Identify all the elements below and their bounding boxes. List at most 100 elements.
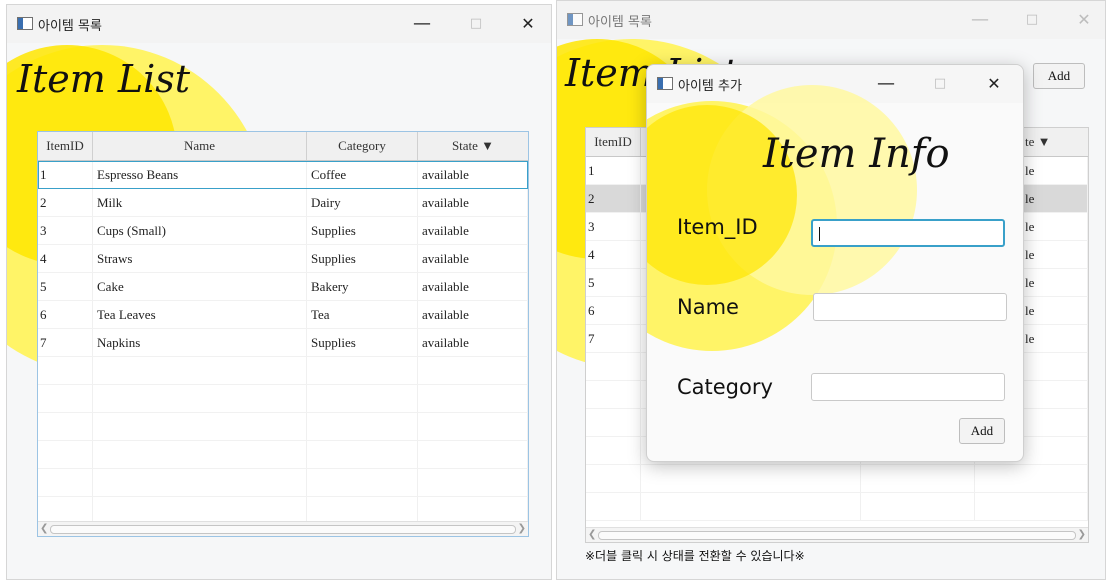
name-input[interactable] <box>813 293 1007 321</box>
cell-itemid: 3 <box>586 213 641 240</box>
item-id-input[interactable] <box>811 219 1005 247</box>
table-row[interactable]: 4 Straws Supplies available <box>38 245 528 273</box>
category-label: Category <box>677 375 773 399</box>
close-button[interactable]: ✕ <box>971 67 1017 99</box>
scroll-left-icon[interactable]: ❮ <box>588 528 596 542</box>
cell-category <box>307 497 418 524</box>
table-row[interactable] <box>38 441 528 469</box>
cell-state: available <box>418 189 528 216</box>
minimize-button[interactable]: — <box>863 67 909 99</box>
maximize-button[interactable]: □ <box>1009 3 1055 35</box>
scrollbar-thumb[interactable] <box>50 525 516 534</box>
cell-category <box>307 441 418 468</box>
back-window-titlebar: 아이템 목록 — □ ✕ <box>557 1 1105 39</box>
column-header-state[interactable]: State ▼ <box>418 132 528 160</box>
cell-itemid: 7 <box>586 325 641 352</box>
cell-itemid: 7 <box>38 329 93 356</box>
minimize-button[interactable]: — <box>399 7 445 39</box>
window-title: 아이템 목록 <box>38 19 102 34</box>
cell-itemid: 6 <box>586 297 641 324</box>
cell-itemid: 3 <box>38 217 93 244</box>
cell-name: Tea Leaves <box>93 301 307 328</box>
cell-state <box>418 469 528 496</box>
table-row[interactable] <box>38 357 528 385</box>
dialog-heading: Item Info <box>763 131 950 177</box>
cell-state: available <box>418 329 528 356</box>
minimize-button[interactable]: — <box>957 3 1003 35</box>
window-title: 아이템 목록 <box>588 15 652 30</box>
close-button[interactable]: ✕ <box>505 7 551 39</box>
table-row[interactable] <box>586 465 1088 493</box>
cell-itemid: 1 <box>586 157 641 184</box>
horizontal-scrollbar[interactable]: ❮ ❯ <box>586 527 1088 542</box>
scroll-right-icon[interactable]: ❯ <box>1078 528 1086 542</box>
table-row[interactable]: 7 Napkins Supplies available <box>38 329 528 357</box>
cell-name <box>93 441 307 468</box>
cell-name: Espresso Beans <box>93 161 307 188</box>
table-row[interactable]: 2 Milk Dairy available <box>38 189 528 217</box>
cell-name: Cake <box>93 273 307 300</box>
page-heading: Item List <box>17 57 191 101</box>
cell-name: Milk <box>93 189 307 216</box>
cell-itemid: 4 <box>586 241 641 268</box>
cell-state: available <box>418 245 528 272</box>
table-row[interactable] <box>586 493 1088 521</box>
cell-category: Coffee <box>307 161 418 188</box>
column-header-itemid[interactable]: ItemID <box>38 132 93 160</box>
cell-itemid <box>38 497 93 524</box>
cell-itemid: 2 <box>586 185 641 212</box>
app-icon <box>657 77 673 90</box>
scroll-right-icon[interactable]: ❯ <box>518 522 526 536</box>
category-input[interactable] <box>811 373 1005 401</box>
cell-state <box>418 441 528 468</box>
cell-category: Supplies <box>307 245 418 272</box>
cell-itemid: 1 <box>38 161 93 188</box>
cell-name <box>93 357 307 384</box>
add-button[interactable]: Add <box>1033 63 1085 89</box>
cell-category: Bakery <box>307 273 418 300</box>
item-table[interactable]: ItemID Name Category State ▼ 1 Espresso B… <box>37 131 529 537</box>
cell-category <box>307 469 418 496</box>
cell-itemid <box>586 493 641 520</box>
column-header-category[interactable]: Category <box>307 132 418 160</box>
table-header: ItemID Name Category State ▼ <box>38 132 528 161</box>
cell-name: Cups (Small) <box>93 217 307 244</box>
cell-category <box>307 385 418 412</box>
table-row[interactable] <box>38 385 528 413</box>
cell-state <box>418 385 528 412</box>
table-row[interactable]: 6 Tea Leaves Tea available <box>38 301 528 329</box>
cell-name <box>93 469 307 496</box>
cell-category: Tea <box>307 301 418 328</box>
cell-itemid <box>586 465 641 492</box>
cell-state: available <box>418 301 528 328</box>
cell-category <box>307 357 418 384</box>
add-button[interactable]: Add <box>959 418 1005 444</box>
cell-itemid <box>586 437 641 464</box>
close-button[interactable]: ✕ <box>1061 3 1105 35</box>
table-row[interactable]: 5 Cake Bakery available <box>38 273 528 301</box>
maximize-button[interactable]: □ <box>917 67 963 99</box>
scrollbar-thumb[interactable] <box>598 531 1076 540</box>
table-row[interactable]: 1 Espresso Beans Coffee available <box>38 161 528 189</box>
cell-itemid <box>38 413 93 440</box>
table-row[interactable]: 3 Cups (Small) Supplies available <box>38 217 528 245</box>
cell-itemid <box>38 385 93 412</box>
cell-name: Straws <box>93 245 307 272</box>
table-row[interactable] <box>38 413 528 441</box>
column-header-name[interactable]: Name <box>93 132 307 160</box>
cell-category: Dairy <box>307 189 418 216</box>
cell-itemid <box>586 353 641 380</box>
maximize-button[interactable]: □ <box>453 7 499 39</box>
column-header-itemid[interactable]: ItemID <box>586 128 641 156</box>
name-label: Name <box>677 295 739 319</box>
scroll-left-icon[interactable]: ❮ <box>40 522 48 536</box>
table-row[interactable] <box>38 469 528 497</box>
cell-itemid: 2 <box>38 189 93 216</box>
horizontal-scrollbar[interactable]: ❮ ❯ <box>38 521 528 536</box>
cell-hidden <box>861 465 975 492</box>
dialog-title: 아이템 추가 <box>678 79 742 94</box>
cell-itemid: 4 <box>38 245 93 272</box>
hint-text: ※더블 클릭 시 상태를 전환할 수 있습니다※ <box>585 549 805 563</box>
main-window: 아이템 목록 — □ ✕ Item List ItemID Name Categ… <box>6 4 552 580</box>
cell-hidden <box>641 493 861 520</box>
